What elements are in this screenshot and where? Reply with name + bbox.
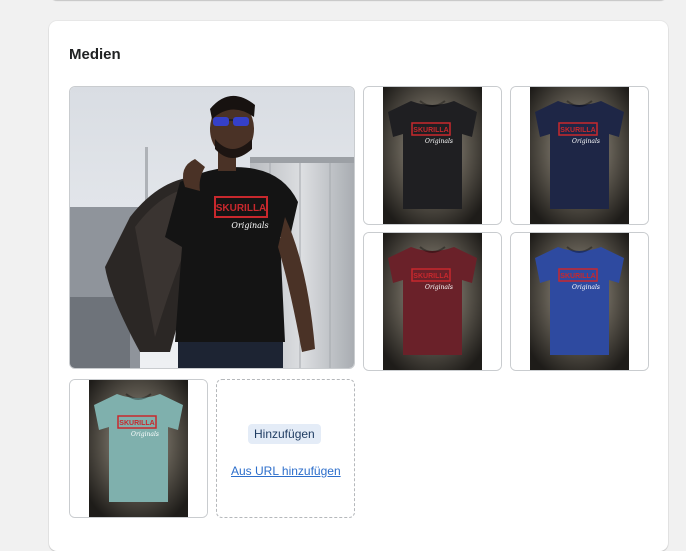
product-photo-mint: SKURILLA Originals [70, 380, 207, 517]
media-item-2[interactable]: SKURILLA Originals [363, 86, 502, 225]
print-script: Originals [572, 284, 600, 291]
product-photo-burgundy: SKURILLA Originals [364, 233, 501, 370]
media-item-6[interactable]: SKURILLA Originals [69, 379, 208, 518]
product-photo-royal-blue: SKURILLA Originals [511, 233, 648, 370]
print-script: Originals [572, 138, 600, 145]
print-script: Originals [425, 138, 453, 145]
print-brand: SKURILLA [119, 420, 154, 427]
media-item-featured[interactable]: SKURILLA Originals [69, 86, 355, 369]
print-brand: SKURILLA [413, 127, 448, 134]
print-script: Originals [131, 431, 159, 438]
featured-photo: SKURILLA Originals [70, 87, 354, 368]
print-brand: SKURILLA [560, 127, 595, 134]
print-brand: SKURILLA [560, 273, 595, 280]
product-photo-black: SKURILLA Originals [364, 87, 501, 224]
media-item-5[interactable]: SKURILLA Originals [510, 232, 649, 371]
product-photo-navy: SKURILLA Originals [511, 87, 648, 224]
print-brand: SKURILLA [413, 273, 448, 280]
add-media-button[interactable]: Hinzufügen [248, 424, 321, 444]
featured-print-brand: SKURILLA [216, 203, 267, 214]
media-card: Medien SKURILLA Originals SKURILLA Origi… [49, 21, 668, 551]
add-media-dropzone[interactable]: Hinzufügen Aus URL hinzufügen [216, 379, 355, 518]
media-item-4[interactable]: SKURILLA Originals [363, 232, 502, 371]
add-from-url-link[interactable]: Aus URL hinzufügen [231, 464, 341, 478]
featured-print-script: Originals [231, 221, 268, 230]
section-title: Medien [69, 46, 121, 63]
print-script: Originals [425, 284, 453, 291]
media-item-3[interactable]: SKURILLA Originals [510, 86, 649, 225]
featured-shirt [165, 167, 298, 342]
